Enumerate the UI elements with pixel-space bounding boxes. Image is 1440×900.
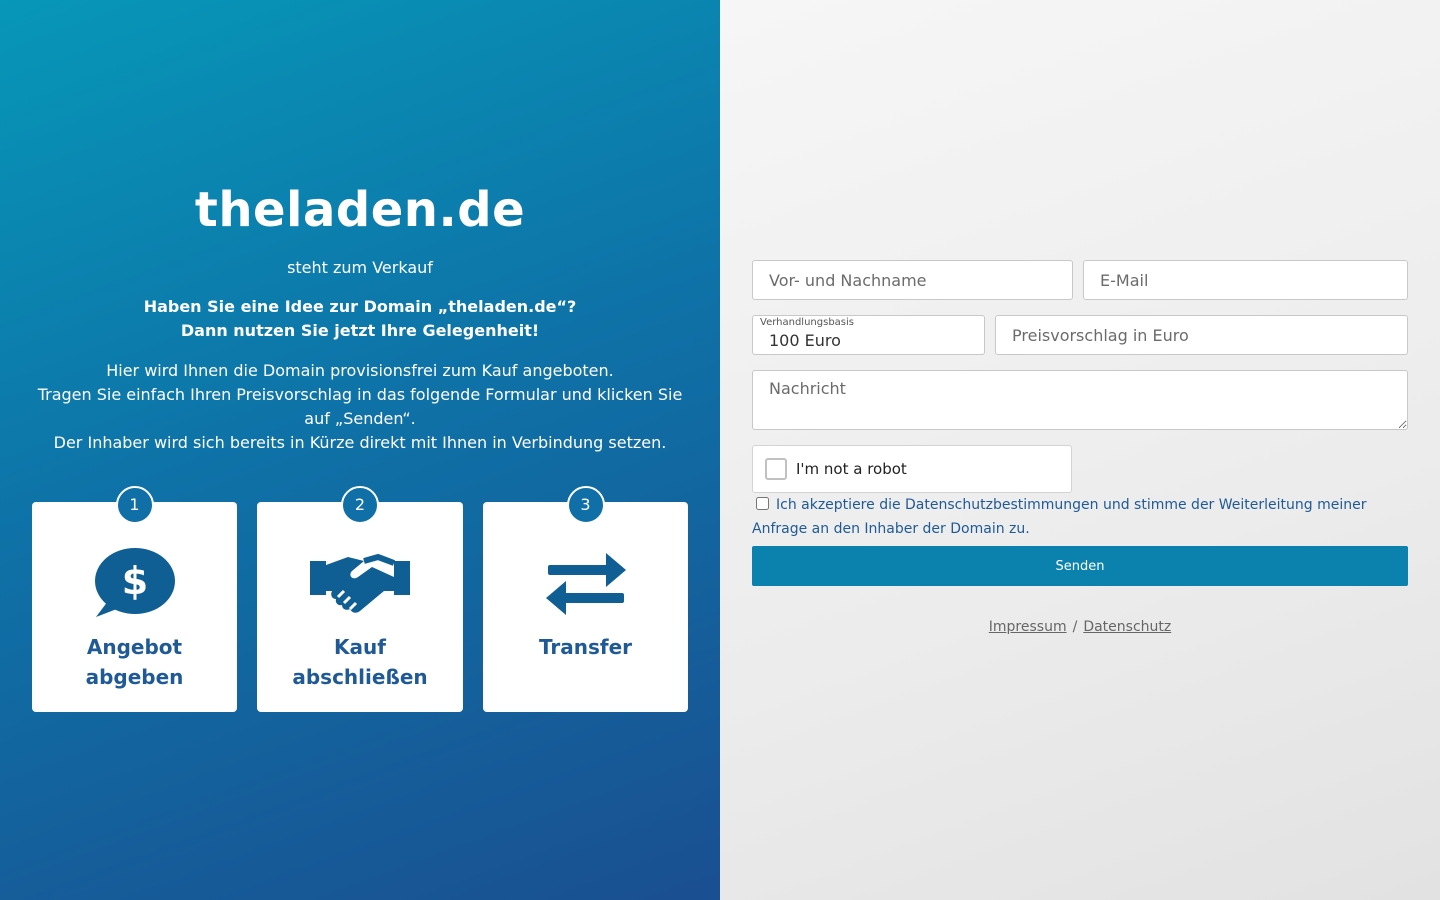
step-label-line-1: Angebot	[86, 635, 183, 659]
privacy-link[interactable]: Datenschutz	[1083, 619, 1171, 635]
name-input[interactable]	[752, 260, 1073, 300]
negotiation-basis-field: Verhandlungsbasis	[752, 315, 985, 355]
for-sale-subtitle: steht zum Verkauf	[287, 258, 433, 277]
steps: 1 $ Angebot abgeben 2 Kauf abschließen 3…	[32, 486, 688, 712]
message-textarea[interactable]	[752, 370, 1408, 430]
step-label: Angebot abgeben	[32, 632, 237, 692]
intro-line-3: Der Inhaber wird sich bereits in Kürze d…	[53, 433, 667, 452]
intro-line-2: Tragen Sie einfach Ihren Preisvorschlag …	[37, 385, 683, 428]
step-label-line-1: Transfer	[538, 635, 633, 659]
privacy-consent: Ich akzeptiere die Datenschutzbestimmung…	[752, 493, 1408, 541]
step-transfer: 3 Transfer	[483, 486, 688, 712]
send-button[interactable]: Senden	[752, 546, 1408, 586]
step-purchase: 2 Kauf abschließen	[257, 486, 463, 712]
svg-text:$: $	[121, 559, 147, 603]
captcha-widget: I'm not a robot	[752, 445, 1072, 493]
dollar-speech-bubble-icon: $	[83, 546, 187, 620]
hero-panel: theladen.de steht zum Verkauf Haben Sie …	[0, 0, 720, 900]
step-number: 3	[566, 486, 605, 524]
offer-form-panel: Verhandlungsbasis I'm not a robot Ich ak…	[720, 0, 1440, 900]
imprint-link[interactable]: Impressum	[989, 619, 1067, 635]
captcha-label: I'm not a robot	[796, 460, 907, 478]
privacy-consent-checkbox[interactable]	[756, 497, 769, 510]
headline-line-1: Haben Sie eine Idee zur Domain „theladen…	[143, 297, 577, 316]
step-label-line-2: abschließen	[292, 665, 428, 689]
domain-title: theladen.de	[194, 182, 526, 238]
step-number: 2	[341, 486, 379, 524]
step-label-line-1: Kauf	[334, 635, 386, 659]
captcha-checkbox[interactable]	[765, 458, 787, 480]
transfer-arrows-icon	[534, 546, 638, 620]
step-label: Kauf abschließen	[257, 632, 463, 692]
intro-line-1: Hier wird Ihnen die Domain provisionsfre…	[106, 361, 614, 380]
headline-line-2: Dann nutzen Sie jetzt Ihre Gelegenheit!	[180, 321, 540, 340]
privacy-consent-text: Ich akzeptiere die Datenschutzbestimmung…	[752, 497, 1367, 537]
email-input[interactable]	[1083, 260, 1408, 300]
footer-separator: /	[1072, 619, 1078, 635]
intro-text: Hier wird Ihnen die Domain provisionsfre…	[30, 359, 690, 455]
step-label: Transfer	[483, 632, 688, 662]
footer-links: Impressum / Datenschutz	[752, 619, 1408, 635]
step-label-line-2: abgeben	[85, 665, 184, 689]
price-offer-input[interactable]	[995, 315, 1408, 355]
step-number: 1	[115, 486, 154, 524]
handshake-icon	[308, 546, 412, 620]
step-offer: 1 $ Angebot abgeben	[32, 486, 237, 712]
negotiation-basis-label: Verhandlungsbasis	[760, 317, 854, 328]
headline: Haben Sie eine Idee zur Domain „theladen…	[0, 295, 720, 343]
